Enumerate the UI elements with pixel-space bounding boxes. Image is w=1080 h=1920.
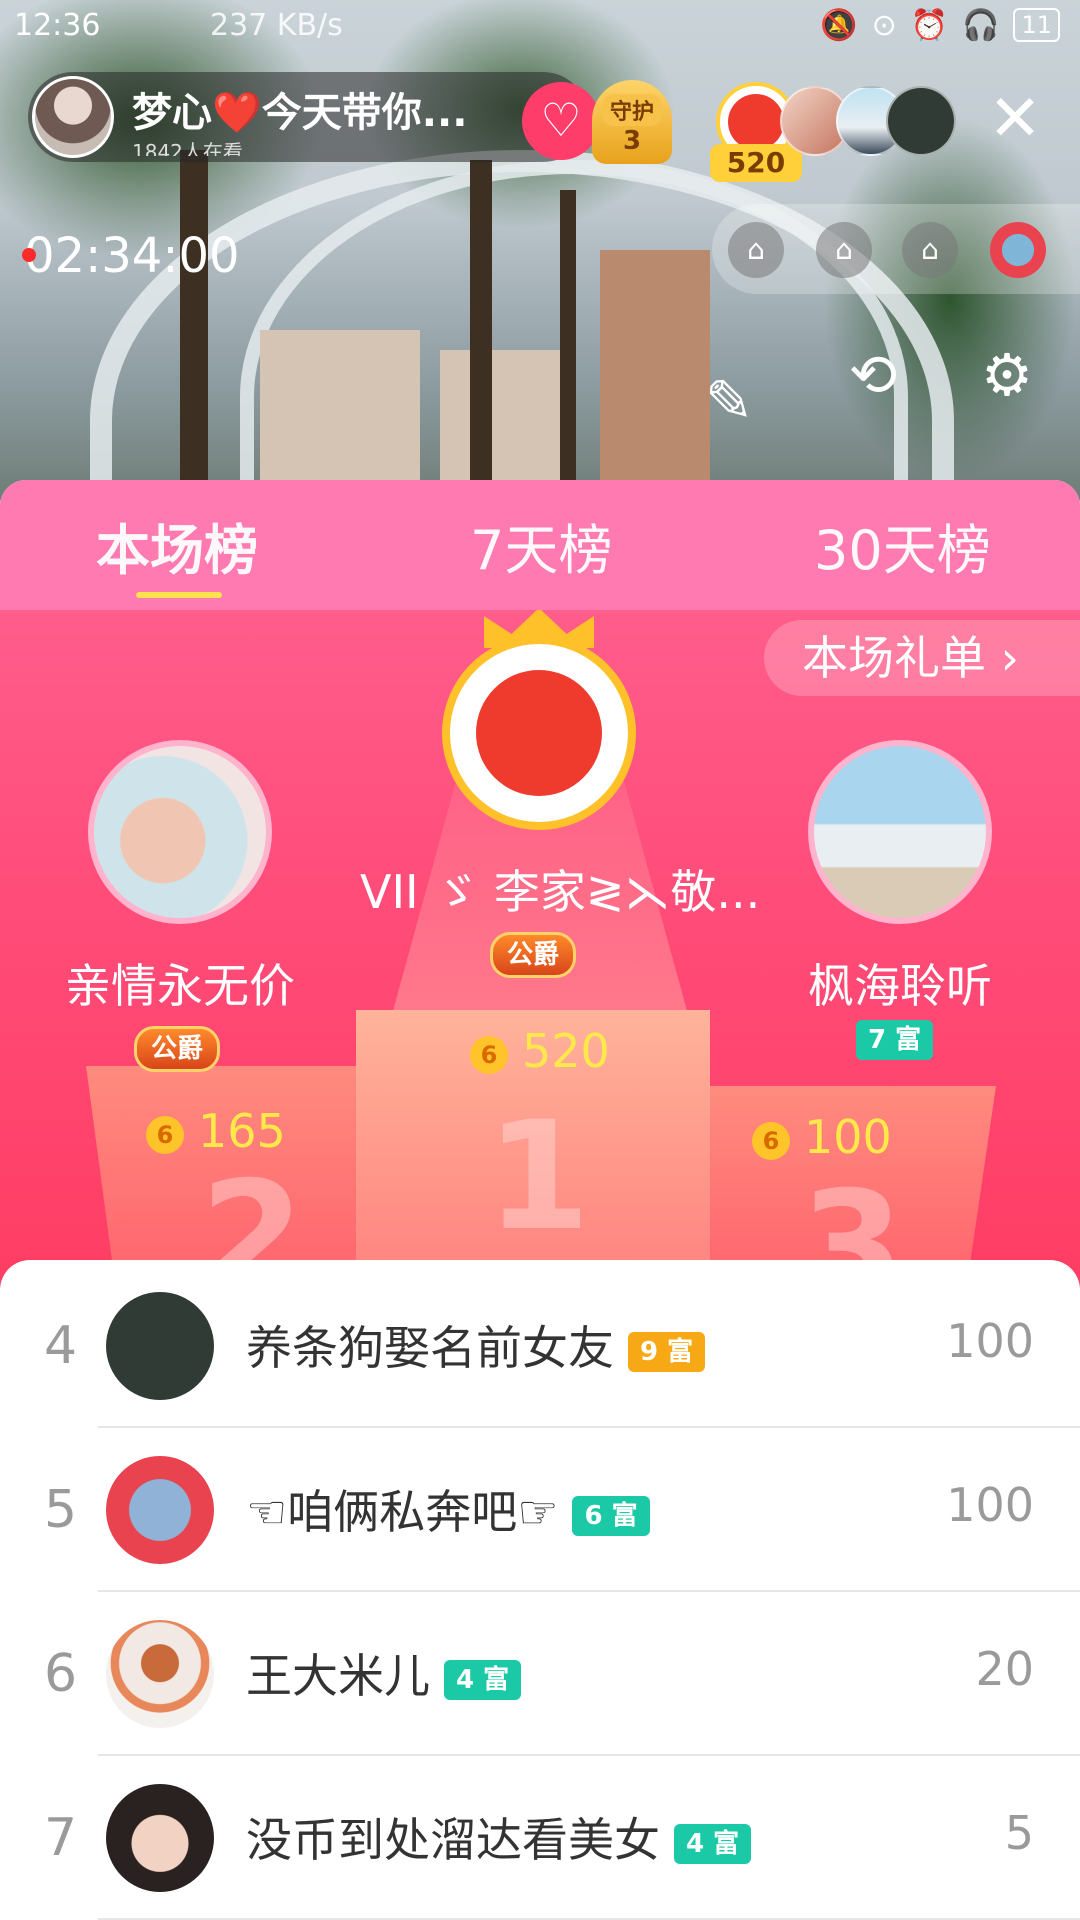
first-place-avatar[interactable] [442,636,636,830]
score-value: 165 [198,1104,286,1158]
list-name-text: 没币到处溜达看美女 [246,1813,660,1867]
list-score: 20 [975,1642,1034,1696]
coin-icon: 6 [752,1121,790,1160]
seat-occupant-avatar[interactable] [990,222,1046,278]
heart-plus-icon: ♡ [540,93,582,147]
tab-30-days[interactable]: 30天榜 [814,506,991,585]
host-avatar[interactable] [32,76,114,158]
score-value: 520 [522,1024,610,1078]
list-name-text: 养条狗娶名前女友 [246,1321,614,1375]
building [260,330,420,500]
list-score: 5 [1004,1806,1034,1860]
title-badge-duke: 公爵 [134,1026,221,1072]
mic-seat-row: ⌂ ⌂ ⌂ [712,204,1080,294]
score-value: 100 [804,1110,892,1164]
rich-level-badge: 7 富 [856,1020,934,1060]
rich-level-badge: 6 富 [572,1495,650,1536]
sofa-seat-icon[interactable]: ⌂ [728,222,784,278]
switch-camera-button[interactable]: ⟲ [836,338,910,412]
gear-icon: ⚙ [981,341,1033,409]
live-duration-text: 02:34:00 [24,228,240,284]
second-place-score: 6 165 [146,1104,286,1158]
host-name: 梦心❤️今天带你... [132,90,468,136]
rich-level-badge: 4 富 [674,1823,752,1864]
list-avatar[interactable] [106,1784,214,1892]
list-avatar[interactable] [106,1620,214,1728]
list-score: 100 [946,1478,1034,1532]
close-button[interactable]: ✕ [984,87,1046,151]
ranking-panel: 本场榜 7天榜 30天榜 本场礼单 › 2 1 3 VII ゞ 李家≷⋋敬...… [0,480,1080,1920]
third-place-name[interactable]: 枫海聆听 [760,950,1040,1016]
first-place-score: 6 520 [470,1024,610,1078]
active-tab-indicator [136,592,222,598]
list-name: 养条狗娶名前女友 9 富 [246,1312,706,1378]
guard-badge[interactable]: 守护 3 [592,80,672,164]
ranking-tabs: 本场榜 7天榜 30天榜 [0,480,1080,610]
list-avatar[interactable] [106,1456,214,1564]
second-place-avatar[interactable] [88,740,272,924]
network-speed: 237 KB/s [210,8,343,43]
viewer-avatar[interactable] [886,86,956,156]
viewer-count: 1842人在看 [132,140,243,156]
podium-number-1: 1 [486,1090,591,1264]
list-rank: 5 [44,1480,78,1540]
headphone-icon: 🎧 [962,8,1000,43]
alarm-icon: ⏰ [910,8,949,43]
list-name: 王大米儿 4 富 [246,1640,522,1706]
gift-list-button[interactable]: 本场礼单 › [764,620,1080,696]
sofa-seat-icon[interactable]: ⌂ [816,222,872,278]
tab-current-session[interactable]: 本场榜 [96,506,258,585]
battery-icon: 11 [1013,8,1060,42]
magic-wand-button[interactable]: ✎ [692,364,766,438]
switch-camera-icon: ⟲ [848,341,898,409]
close-icon: ✕ [988,82,1042,156]
guard-count: 3 [622,126,642,156]
status-icons: 🔕 ⊙ ⏰ 🎧 11 [820,8,1060,43]
bell-mute-icon: 🔕 [820,8,858,43]
tab-7-days[interactable]: 7天榜 [470,506,612,585]
tree-trunk [470,160,492,500]
settings-button[interactable]: ⚙ [970,338,1044,412]
coin-icon: 6 [470,1035,508,1074]
magic-wand-icon: ✎ [704,367,754,435]
coin-icon: 6 [146,1115,184,1154]
list-name-text: 王大米儿 [246,1649,430,1703]
first-place-name[interactable]: VII ゞ 李家≷⋋敬... [360,856,760,922]
sofa-seat-icon[interactable]: ⌂ [902,222,958,278]
list-item[interactable]: 5 ☜咱俩私奔吧☞ 6 富 100 [0,1428,1080,1592]
building [440,350,560,500]
second-place-name[interactable]: 亲情永无价 [40,950,320,1016]
live-indicator-dot [22,248,36,262]
title-badge-duke: 公爵 [490,932,577,978]
list-rank: 6 [44,1644,78,1704]
rich-level-badge: 9 富 [628,1331,706,1372]
list-avatar[interactable] [106,1292,214,1400]
tree-trunk [180,150,208,500]
list-score: 100 [946,1314,1034,1368]
host-info[interactable]: 梦心❤️今天带你... 1842人在看 [28,72,588,162]
guard-label: 守护 [602,94,662,126]
lock-icon: ⊙ [871,8,897,43]
third-place-score: 6 100 [752,1110,892,1164]
smiley-avatar-icon [476,670,602,796]
podium-area: 本场礼单 › 2 1 3 VII ゞ 李家≷⋋敬... 公爵 6 520 亲情永无… [0,610,1080,1290]
live-duration: 02:34:00 [22,228,240,284]
smiley-avatar-icon [728,94,784,150]
third-place-avatar[interactable] [808,740,992,924]
top-contributor-score: 520 [710,144,802,182]
follow-button[interactable]: ♡ [522,82,600,160]
list-name-text: ☜咱俩私奔吧☞ [246,1485,559,1539]
list-rank: 7 [44,1808,78,1868]
status-bar: 12:36 237 KB/s 🔕 ⊙ ⏰ 🎧 11 [0,0,1080,56]
tree-trunk [560,190,576,500]
list-item[interactable]: 7 没币到处溜达看美女 4 富 5 [0,1756,1080,1920]
list-name: 没币到处溜达看美女 4 富 [246,1804,752,1870]
status-time: 12:36 [14,8,101,43]
list-rank: 4 [44,1316,78,1376]
list-item[interactable]: 6 王大米儿 4 富 20 [0,1592,1080,1756]
rich-level-badge: 4 富 [444,1659,522,1700]
ranking-list: 4 养条狗娶名前女友 9 富 100 5 ☜咱俩私奔吧☞ 6 富 100 6 王大米… [0,1260,1080,1920]
list-item[interactable]: 4 养条狗娶名前女友 9 富 100 [0,1264,1080,1428]
list-name: ☜咱俩私奔吧☞ 6 富 [246,1476,650,1542]
